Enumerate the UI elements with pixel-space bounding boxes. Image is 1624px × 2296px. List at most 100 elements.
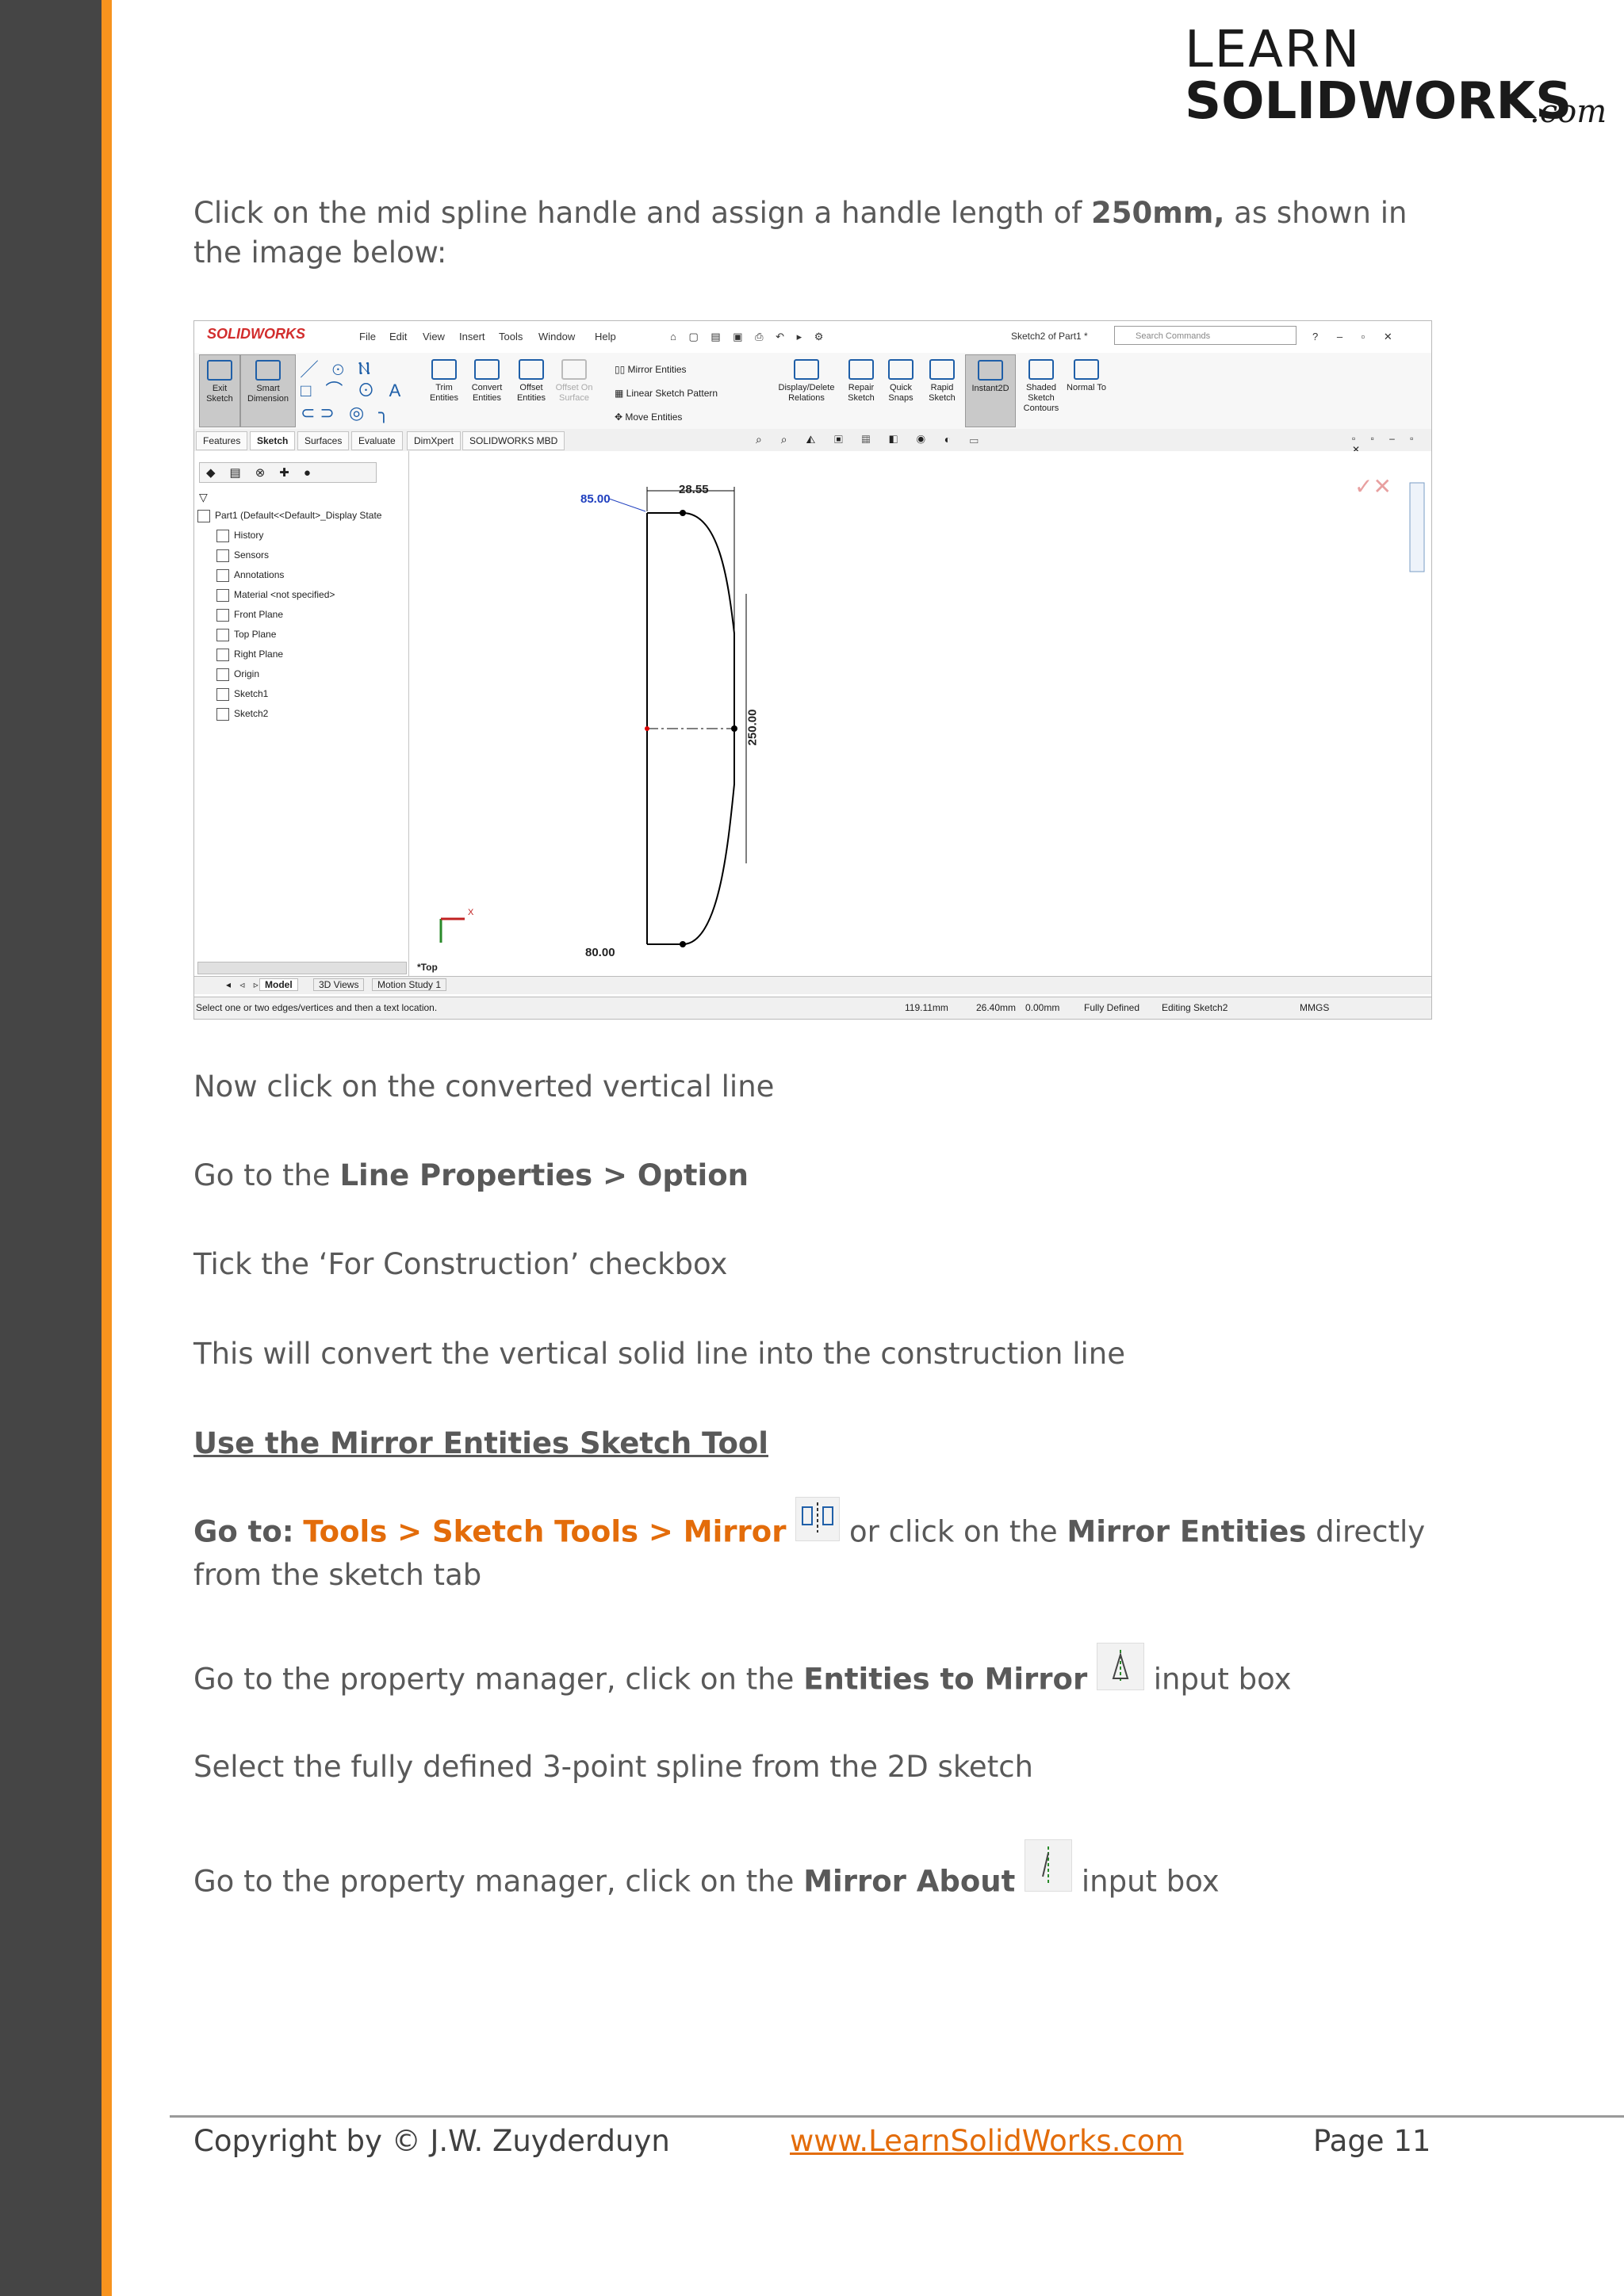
mirror-tool-heading[interactable]: Use the Mirror Entities Sketch Tool (193, 1426, 768, 1460)
manager-tabs[interactable]: ◆▤⊗✚● (199, 462, 377, 483)
status-hint: Select one or two edges/vertices and the… (196, 1002, 438, 1013)
mirror-entities-item[interactable]: ▯▯ Mirror Entities (615, 358, 718, 381)
entities-to-mirror-bold: Entities to Mirror (803, 1662, 1088, 1697)
spline-handle-mid[interactable] (731, 725, 737, 732)
search-placeholder: Search Commands (1136, 331, 1211, 341)
tree-item-annotations[interactable]: Annotations (216, 569, 284, 582)
command-tabs: Features Sketch Surfaces Evaluate DimXpe… (194, 429, 1431, 455)
filter-icon[interactable]: ▽ (199, 491, 208, 504)
left-orange-stripe (102, 0, 112, 2296)
material-icon (216, 589, 229, 602)
origin-icon (216, 668, 229, 681)
search-commands-input[interactable]: Search Commands (1114, 326, 1297, 345)
confirmation-corner-icon[interactable]: ✓✕ (1354, 473, 1392, 499)
tab-dimxpert[interactable]: DimXpert (407, 431, 462, 450)
mirror-entities-bold: Mirror Entities (1067, 1514, 1307, 1549)
window-controls[interactable]: ? – ▫ ✕ (1312, 331, 1400, 343)
tree-item-label: Sketch1 (234, 688, 269, 700)
tab-3d-views[interactable]: 3D Views (313, 978, 365, 991)
page-number: Page 11 (1313, 2124, 1431, 2158)
move-entities-item[interactable]: ✥ Move Entities (615, 405, 718, 429)
quick-access-toolbar[interactable]: ⌂ ▢ ▤ ▣ ⎙ ↶ ▸ ⚙ (670, 331, 828, 343)
step-text-end: input box (1143, 1662, 1292, 1697)
exit-sketch-button[interactable]: Exit Sketch (199, 354, 240, 427)
tab-evaluate[interactable]: Evaluate (351, 431, 403, 450)
intro-paragraph: Click on the mid spline handle and assig… (193, 193, 1431, 273)
instant2d-button[interactable]: Instant2D (965, 354, 1016, 427)
dimension-28-55[interactable]: 28.55 (679, 483, 709, 496)
spline-handle-bottom[interactable] (680, 941, 686, 947)
step-mirror-about: Go to the property manager, click on the… (193, 1839, 1431, 1909)
relations-icon (794, 359, 819, 380)
plane-icon (216, 629, 229, 641)
offset-entities-button[interactable]: Offset Entities (511, 354, 551, 426)
tree-item-right-plane[interactable]: Right Plane (216, 649, 283, 661)
repair-sketch-button[interactable]: Repair Sketch (841, 354, 881, 426)
sketch-entity-tools[interactable]: ╱ ⊙ Ⲛ □ ⌒ ⊙ A ⊂⊃ ◎ ╮ (301, 358, 419, 423)
graphics-area[interactable]: 28.55 85.00 80.00 250.00 X *Top ✓✕ (409, 451, 1431, 976)
dimension-250[interactable]: 250.00 (745, 710, 759, 746)
tab-model[interactable]: Model (259, 978, 298, 991)
tab-sketch[interactable]: Sketch (250, 431, 296, 450)
tree-item-label: Top Plane (234, 629, 277, 641)
annotations-icon (216, 569, 229, 582)
quick-snaps-button[interactable]: Quick Snaps (881, 354, 921, 426)
tree-item-sketch1[interactable]: Sketch1 (216, 688, 268, 701)
tab-surfaces[interactable]: Surfaces (297, 431, 350, 450)
status-units[interactable]: MMGS (1300, 1002, 1329, 1013)
display-delete-relations-button[interactable]: Display/Delete Relations (775, 354, 838, 426)
website-link[interactable]: www.LearnSolidWorks.com (790, 2124, 1183, 2158)
view-heads-up-toolbar[interactable]: ⌕ ⌕ ◭ ▣ ▦ ◧ ◉ ◐ ▭ (756, 433, 986, 446)
tree-item-origin[interactable]: Origin (216, 668, 259, 681)
normal-to-button[interactable]: Normal To (1067, 354, 1106, 426)
offset-icon (519, 359, 544, 380)
left-dark-bar (0, 0, 102, 2296)
tree-item-material[interactable]: Material <not specified> (216, 589, 335, 602)
goto-label: Go to: (193, 1514, 294, 1549)
tree-item-sensors[interactable]: Sensors (216, 549, 269, 562)
tab-features[interactable]: Features (196, 431, 248, 450)
tree-item-history[interactable]: History (216, 530, 263, 542)
offset-surface-label: Offset On Surface (555, 383, 593, 403)
menu-file[interactable]: File (359, 331, 376, 342)
tree-item-sketch2[interactable]: Sketch2 (216, 708, 268, 721)
shaded-contours-button[interactable]: Shaded Sketch Contours (1019, 354, 1063, 426)
menu-edit[interactable]: Edit (389, 331, 407, 342)
menu-window[interactable]: Window (538, 331, 575, 342)
exit-sketch-label: Exit Sketch (206, 384, 233, 404)
offset-on-surface-button[interactable]: Offset On Surface (554, 354, 594, 426)
menu-tools[interactable]: Tools (499, 331, 523, 342)
tab-solidworks-mbd[interactable]: SOLIDWORKS MBD (462, 431, 565, 450)
step-goto-mirror: Go to: Tools > Sketch Tools > Mirror or … (193, 1497, 1431, 1595)
smart-dimension-button[interactable]: Smart Dimension (240, 354, 296, 427)
task-pane-tabs[interactable] (1409, 482, 1425, 572)
trim-label: Trim Entities (429, 383, 459, 403)
rapid-sketch-button[interactable]: Rapid Sketch (922, 354, 962, 426)
shaded-contours-icon (1028, 359, 1054, 380)
tab-motion-study[interactable]: Motion Study 1 (372, 978, 447, 991)
menu-help[interactable]: Help (595, 331, 616, 342)
dimension-80[interactable]: 80.00 (585, 946, 615, 959)
menu-view[interactable]: View (423, 331, 445, 342)
mirror-entities-label: Mirror Entities (627, 364, 687, 375)
step-text: or click on the (840, 1514, 1067, 1549)
linear-pattern-item[interactable]: ▦ Linear Sketch Pattern (615, 381, 718, 405)
exit-sketch-icon (207, 360, 232, 381)
status-x: 119.11mm (905, 1002, 948, 1013)
menu-insert[interactable]: Insert (459, 331, 485, 342)
convert-entities-button[interactable]: Convert Entities (467, 354, 507, 426)
dimension-85[interactable]: 85.00 (580, 492, 611, 506)
tree-item-top-plane[interactable]: Top Plane (216, 629, 276, 641)
smart-dimension-label: Smart Dimension (247, 384, 289, 404)
spline-handle-top[interactable] (680, 510, 686, 516)
trim-icon (431, 359, 457, 380)
tree-root-part[interactable]: Part1 (Default<<Default>_Display State (197, 510, 381, 522)
mirror-about-icon (1025, 1839, 1073, 1892)
normal-to-label: Normal To (1067, 383, 1106, 392)
entities-to-mirror-glyph (1112, 1650, 1129, 1683)
instant2d-label: Instant2D (971, 384, 1009, 393)
tree-item-front-plane[interactable]: Front Plane (216, 609, 283, 622)
move-entities-label: Move Entities (625, 411, 683, 423)
trim-entities-button[interactable]: Trim Entities (424, 354, 464, 426)
tree-horizontal-scrollbar[interactable] (197, 962, 407, 974)
